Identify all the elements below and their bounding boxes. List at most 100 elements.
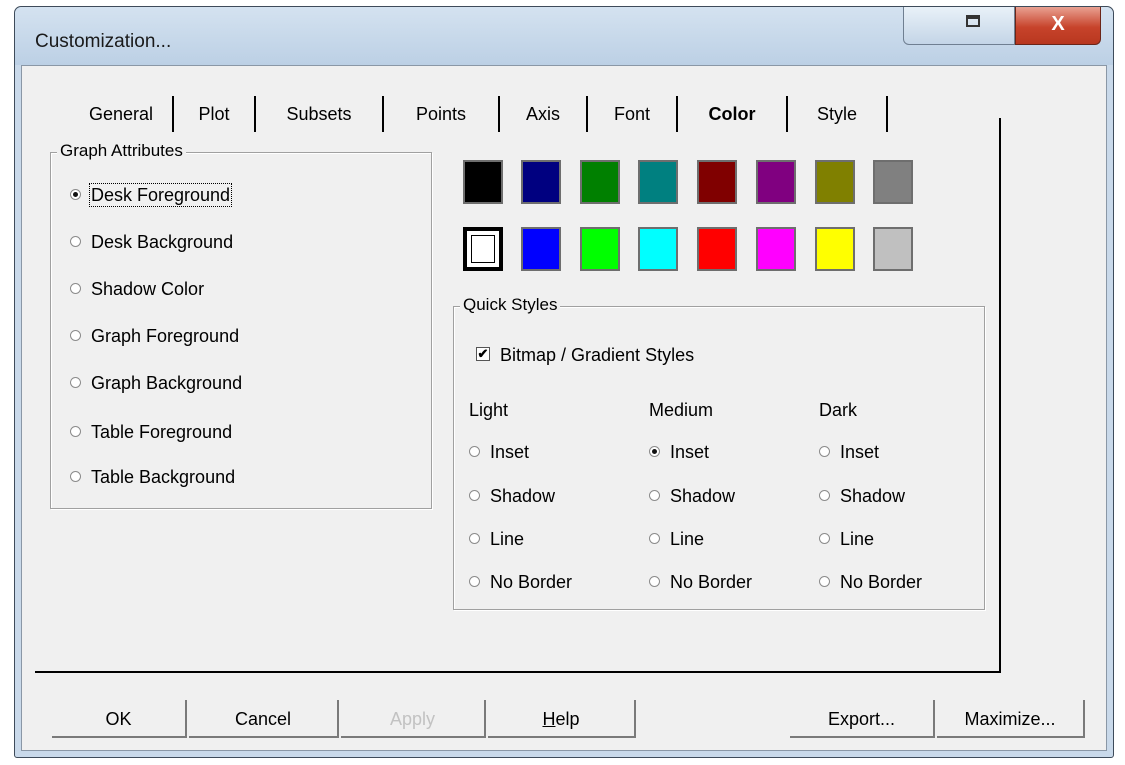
radio-label: Line [670, 529, 705, 549]
radio-icon [70, 425, 81, 437]
radio-desk-background[interactable]: Desk Background [70, 229, 233, 255]
quick-styles-legend: Quick Styles [460, 295, 561, 315]
radio-icon [649, 489, 660, 501]
radio-shadow-color[interactable]: Shadow Color [70, 276, 204, 302]
tab-style[interactable]: Style [788, 96, 888, 132]
radio-table-foreground[interactable]: Table Foreground [70, 419, 232, 445]
radio-icon [649, 575, 660, 587]
tab-axis[interactable]: Axis [500, 96, 588, 132]
radio-label: Desk Background [91, 232, 234, 252]
color-swatch-purple[interactable] [756, 160, 796, 204]
tab-color[interactable]: Color [678, 96, 788, 132]
window-title: Customization... [35, 31, 172, 52]
color-swatch-silver[interactable] [873, 227, 913, 271]
color-swatch-red[interactable] [697, 227, 737, 271]
graph-attributes-legend: Graph Attributes [57, 141, 186, 161]
color-swatch-lime[interactable] [580, 227, 620, 271]
color-swatch-blue[interactable] [521, 227, 561, 271]
radio-label: Desk Foreground [88, 183, 233, 207]
radio-dark-line[interactable]: Line [819, 526, 874, 552]
radio-label: Inset [840, 442, 880, 462]
title-bar[interactable]: Customization... X [15, 7, 1113, 65]
export-button[interactable]: Export... [790, 700, 935, 738]
radio-label: Inset [670, 442, 710, 462]
radio-label: Inset [490, 442, 530, 462]
radio-medium-inset[interactable]: Inset [649, 439, 709, 465]
cancel-button[interactable]: Cancel [189, 700, 339, 738]
radio-dark-inset[interactable]: Inset [819, 439, 879, 465]
color-swatch-yellow[interactable] [815, 227, 855, 271]
radio-label: Shadow [670, 486, 736, 506]
checkbox-label: Bitmap / Gradient Styles [500, 345, 695, 365]
radio-label: Shadow [840, 486, 906, 506]
radio-table-background[interactable]: Table Background [70, 464, 235, 490]
tab-subsets[interactable]: Subsets [256, 96, 384, 132]
maximize-button[interactable]: Maximize... [937, 700, 1085, 738]
radio-icon [70, 470, 81, 482]
color-swatch-navy[interactable] [521, 160, 561, 204]
radio-graph-background[interactable]: Graph Background [70, 370, 242, 396]
radio-medium-no-border[interactable]: No Border [649, 569, 752, 595]
radio-selected-icon [649, 445, 660, 457]
radio-label: Table Foreground [91, 422, 233, 442]
radio-label: Table Background [91, 467, 236, 487]
radio-icon [819, 532, 830, 544]
radio-icon [649, 532, 660, 544]
color-swatch-magenta[interactable] [756, 227, 796, 271]
tab-points[interactable]: Points [384, 96, 500, 132]
radio-icon [819, 489, 830, 501]
maximize-icon [966, 15, 980, 27]
radio-icon [469, 532, 480, 544]
radio-label: No Border [490, 572, 573, 592]
radio-label: No Border [840, 572, 923, 592]
radio-medium-shadow[interactable]: Shadow [649, 483, 735, 509]
radio-desk-foreground[interactable]: Desk Foreground [70, 182, 233, 208]
column-header-light: Light [469, 400, 509, 420]
radio-label: Shadow [490, 486, 556, 506]
radio-icon [70, 376, 81, 388]
radio-icon [469, 445, 480, 457]
color-swatch-green[interactable] [580, 160, 620, 204]
column-header-dark: Dark [819, 400, 858, 420]
radio-icon [70, 235, 81, 247]
radio-light-shadow[interactable]: Shadow [469, 483, 555, 509]
radio-label: Graph Foreground [91, 326, 240, 346]
color-swatch-olive[interactable] [815, 160, 855, 204]
radio-label: No Border [670, 572, 753, 592]
ok-button[interactable]: OK [52, 700, 187, 738]
help-label-rest: elp [555, 709, 580, 729]
color-swatch-black[interactable] [463, 160, 503, 204]
radio-selected-icon [70, 188, 81, 200]
column-header-medium: Medium [649, 400, 714, 420]
close-icon: X [1051, 13, 1065, 35]
maximize-window-button[interactable] [903, 7, 1015, 45]
close-window-button[interactable]: X [1015, 7, 1101, 45]
color-swatch-teal[interactable] [638, 160, 678, 204]
color-swatch-gray[interactable] [873, 160, 913, 204]
radio-label: Line [490, 529, 525, 549]
radio-medium-line[interactable]: Line [649, 526, 704, 552]
help-mnemonic: H [542, 709, 556, 729]
radio-label: Shadow Color [91, 279, 205, 299]
tab-plot[interactable]: Plot [174, 96, 256, 132]
tab-font[interactable]: Font [588, 96, 678, 132]
radio-light-inset[interactable]: Inset [469, 439, 529, 465]
radio-light-no-border[interactable]: No Border [469, 569, 572, 595]
color-swatch-maroon[interactable] [697, 160, 737, 204]
radio-dark-shadow[interactable]: Shadow [819, 483, 905, 509]
color-swatch-white[interactable] [463, 227, 503, 271]
radio-icon [70, 282, 81, 294]
radio-light-line[interactable]: Line [469, 526, 524, 552]
radio-dark-no-border[interactable]: No Border [819, 569, 922, 595]
radio-graph-foreground[interactable]: Graph Foreground [70, 323, 239, 349]
tab-general[interactable]: General [70, 96, 174, 132]
tab-strip: General Plot Subsets Points Axis Font Co… [70, 96, 1010, 132]
radio-icon [819, 575, 830, 587]
bitmap-gradient-checkbox[interactable]: ✔ Bitmap / Gradient Styles [476, 342, 694, 368]
radio-icon [469, 575, 480, 587]
radio-label: Line [840, 529, 875, 549]
help-button[interactable]: Help [488, 700, 636, 738]
apply-button[interactable]: Apply [341, 700, 486, 738]
radio-icon [70, 329, 81, 341]
color-swatch-cyan[interactable] [638, 227, 678, 271]
